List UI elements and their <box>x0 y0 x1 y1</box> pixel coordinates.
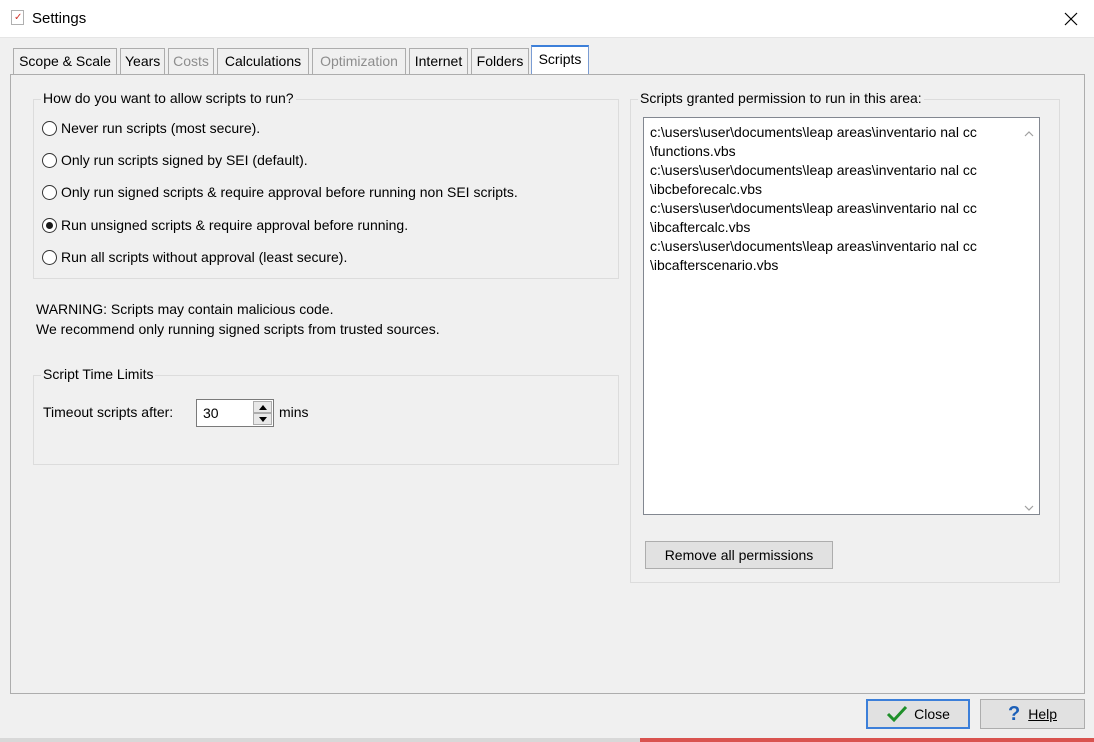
list-item[interactable]: \ibcbeforecalc.vbs <box>650 180 762 199</box>
run-options-group-label: How do you want to allow scripts to run? <box>41 90 296 106</box>
background-red-strip <box>640 738 1094 742</box>
close-window-button[interactable] <box>1048 0 1094 38</box>
radio-label: Never run scripts (most secure). <box>61 120 261 136</box>
permissions-group: Scripts granted permission to run in thi… <box>630 90 1060 583</box>
permissions-group-label: Scripts granted permission to run in thi… <box>638 90 924 106</box>
app-icon: ✓ <box>11 10 24 25</box>
tab-folders[interactable]: Folders <box>471 48 529 74</box>
question-mark-icon: ? <box>1007 702 1021 725</box>
radio-button[interactable] <box>42 152 57 168</box>
remove-all-permissions-button[interactable]: Remove all permissions <box>645 541 833 569</box>
list-item[interactable]: c:\users\user\documents\leap areas\inven… <box>650 161 977 180</box>
tab-years[interactable]: Years <box>120 48 165 74</box>
radio-button[interactable] <box>42 249 57 265</box>
scroll-down-button[interactable] <box>1023 500 1035 511</box>
radio-label: Run all scripts without approval (least … <box>61 249 348 265</box>
chevron-up-icon <box>1024 131 1034 137</box>
checkmark-icon <box>887 705 908 723</box>
radio-button[interactable] <box>42 120 57 136</box>
radio-never-run[interactable]: Never run scripts (most secure). <box>42 120 260 136</box>
radio-signed-by-sei[interactable]: Only run scripts signed by SEI (default)… <box>42 152 308 168</box>
radio-run-all[interactable]: Run all scripts without approval (least … <box>42 249 347 265</box>
tab-optimization[interactable]: Optimization <box>312 48 406 74</box>
radio-label: Only run signed scripts & require approv… <box>61 184 518 200</box>
list-item[interactable]: \ibcafterscenario.vbs <box>650 256 778 275</box>
chevron-down-icon <box>1024 505 1034 511</box>
settings-window: ✓ Settings Scope & Scale Years Costs Cal… <box>0 0 1094 742</box>
tab-calculations[interactable]: Calculations <box>217 48 309 74</box>
tab-costs[interactable]: Costs <box>168 48 214 74</box>
close-icon <box>1064 12 1078 26</box>
list-item[interactable]: c:\users\user\documents\leap areas\inven… <box>650 237 977 256</box>
title-bar: ✓ Settings <box>0 0 1094 38</box>
radio-label: Only run scripts signed by SEI (default)… <box>61 152 308 168</box>
tab-internet[interactable]: Internet <box>409 48 468 74</box>
tab-scripts[interactable]: Scripts <box>531 45 589 74</box>
radio-unsigned-require-approval[interactable]: Run unsigned scripts & require approval … <box>42 217 408 233</box>
timeout-unit: mins <box>279 404 309 420</box>
help-button-label: Help <box>1028 706 1057 722</box>
list-item[interactable]: c:\users\user\documents\leap areas\inven… <box>650 123 977 142</box>
timeout-stepper[interactable]: 30 <box>196 399 274 427</box>
tab-scope-scale[interactable]: Scope & Scale <box>13 48 117 74</box>
window-title: Settings <box>32 10 87 27</box>
list-item[interactable]: \functions.vbs <box>650 142 736 161</box>
close-button-label: Close <box>914 706 950 722</box>
timeout-value[interactable]: 30 <box>203 405 219 421</box>
warning-line-2: We recommend only running signed scripts… <box>36 321 440 337</box>
time-limits-group-label: Script Time Limits <box>41 366 156 382</box>
close-button[interactable]: Close <box>866 699 970 729</box>
timeout-label: Timeout scripts after: <box>43 404 174 420</box>
list-item[interactable]: c:\users\user\documents\leap areas\inven… <box>650 199 977 218</box>
radio-label: Run unsigned scripts & require approval … <box>61 217 409 233</box>
run-options-group: How do you want to allow scripts to run?… <box>33 90 619 279</box>
help-button[interactable]: ? Help <box>980 699 1085 729</box>
triangle-down-icon <box>258 416 267 422</box>
list-item[interactable]: \ibcaftercalc.vbs <box>650 218 750 237</box>
radio-button[interactable] <box>42 184 57 200</box>
radio-button-selected[interactable] <box>42 217 57 233</box>
time-limits-group: Script Time Limits Timeout scripts after… <box>33 366 619 465</box>
permissions-list[interactable]: c:\users\user\documents\leap areas\inven… <box>643 117 1040 515</box>
stepper-up-button[interactable] <box>253 401 272 413</box>
stepper-down-button[interactable] <box>253 413 272 425</box>
radio-signed-require-approval[interactable]: Only run signed scripts & require approv… <box>42 184 518 200</box>
warning-line-1: WARNING: Scripts may contain malicious c… <box>36 301 334 317</box>
triangle-up-icon <box>258 404 267 410</box>
scripts-tab-panel: How do you want to allow scripts to run?… <box>10 74 1085 694</box>
scroll-up-button[interactable] <box>1023 126 1035 137</box>
